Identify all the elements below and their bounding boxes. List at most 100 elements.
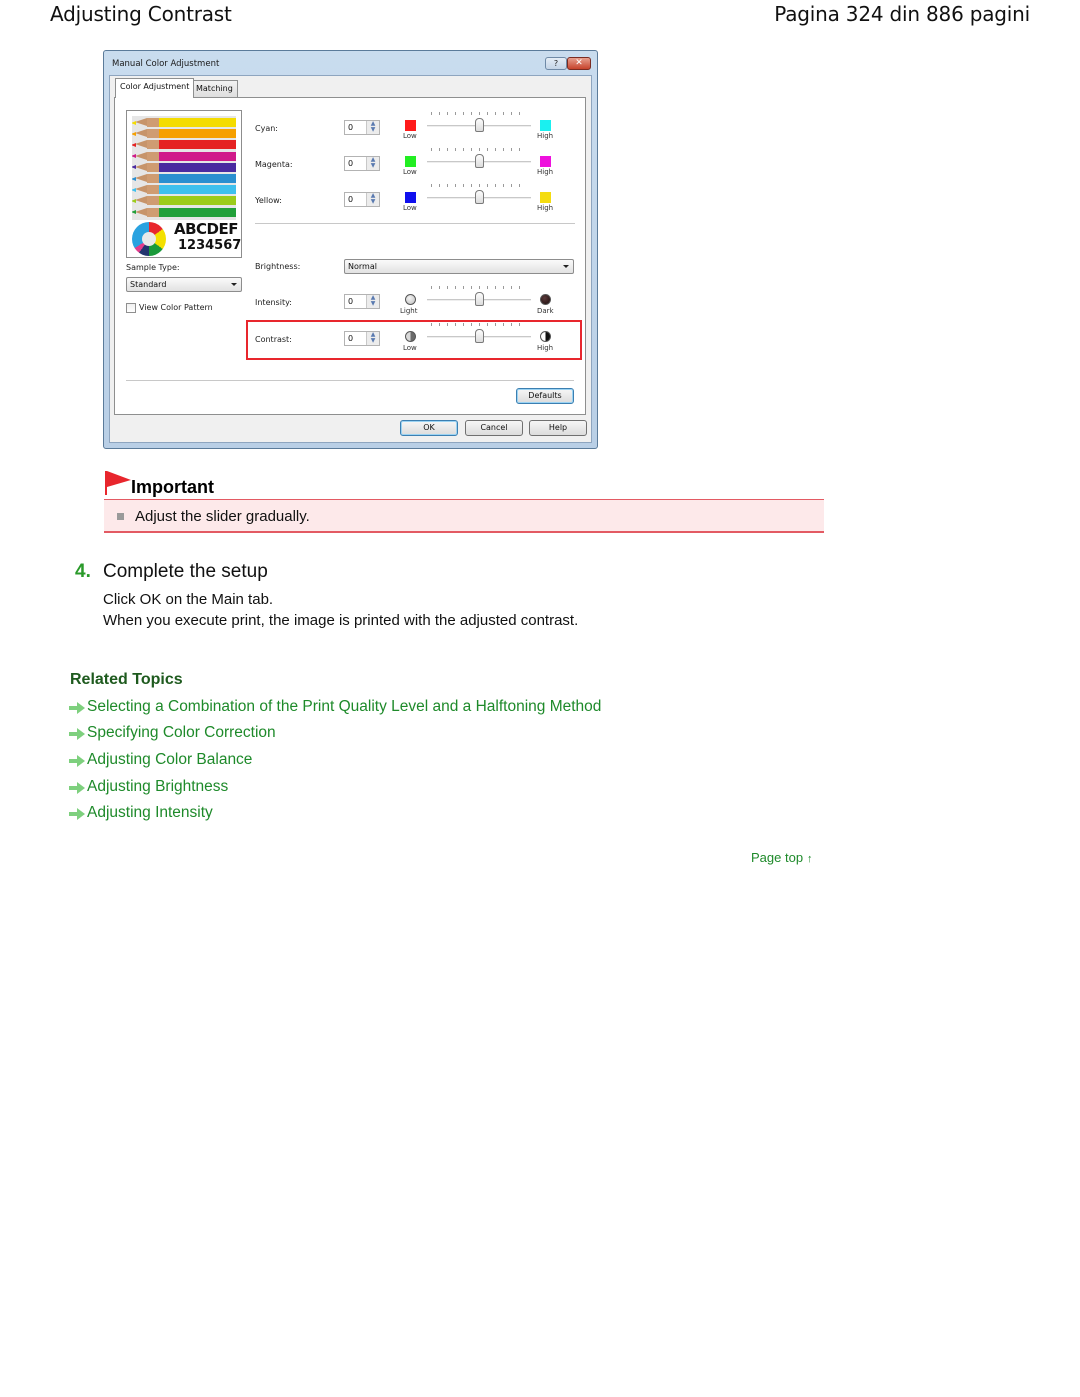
intensity-spinner[interactable]: 0 ▲ ▼ — [344, 294, 380, 309]
slider-thumb[interactable] — [475, 154, 484, 168]
slider-thumb[interactable] — [475, 292, 484, 306]
view-color-pattern-label[interactable]: View Color Pattern — [139, 303, 213, 312]
page-top-link[interactable]: Page top ↑ — [751, 850, 813, 865]
help-icon[interactable]: ? — [545, 57, 567, 70]
spin-arrows-icon[interactable]: ▲ ▼ — [366, 332, 379, 345]
contrast-spinner[interactable]: 0 ▲ ▼ — [344, 331, 380, 346]
spin-arrows-icon[interactable]: ▲ ▼ — [366, 295, 379, 308]
arrow-right-icon — [69, 808, 85, 820]
step-text-line: Click OK on the Main tab. — [103, 591, 274, 608]
chevron-down-icon — [563, 265, 569, 268]
important-item: Adjust the slider gradually. — [135, 508, 310, 525]
cyan-slider[interactable] — [427, 112, 531, 135]
help-button[interactable]: Help — [529, 420, 587, 436]
slider-thumb[interactable] — [475, 118, 484, 132]
dialog-titlebar: Manual Color Adjustment ? ✕ — [104, 51, 597, 75]
cyan-low-label: Low — [403, 132, 417, 140]
dark-circle-icon — [540, 294, 551, 305]
slider-ticks — [431, 112, 527, 115]
magenta-spinner[interactable]: 0 ▲ ▼ — [344, 156, 380, 171]
page-title: Adjusting Contrast — [50, 2, 232, 26]
yellow-spinner[interactable]: 0 ▲ ▼ — [344, 192, 380, 207]
color-adjustment-panel: ABCDEF 1234567 Sample Type: Standard Vie… — [114, 97, 586, 415]
manual-color-adjustment-dialog: Manual Color Adjustment ? ✕ Color Adjust… — [103, 50, 598, 449]
defaults-button[interactable]: Defaults — [516, 388, 574, 404]
arrow-right-icon — [69, 702, 85, 714]
related-link-text[interactable]: Specifying Color Correction — [87, 724, 276, 742]
pencil — [132, 185, 236, 195]
yellow-label: Yellow: — [255, 196, 282, 205]
ok-button[interactable]: OK — [400, 420, 458, 436]
intensity-value: 0 — [348, 297, 354, 306]
pencil — [132, 151, 236, 161]
pencil — [132, 140, 236, 150]
sample-type-value: Standard — [130, 280, 167, 289]
magenta-swatch-icon — [540, 156, 551, 167]
yellow-slider[interactable] — [427, 184, 531, 207]
cancel-button[interactable]: Cancel — [465, 420, 523, 436]
sample-type-select[interactable]: Standard — [126, 277, 242, 292]
pencil — [132, 207, 236, 217]
pencil — [132, 129, 236, 139]
related-link-text[interactable]: Adjusting Intensity — [87, 804, 213, 822]
magenta-slider[interactable] — [427, 148, 531, 171]
high-contrast-icon — [540, 331, 551, 342]
slider-thumb[interactable] — [475, 329, 484, 343]
page-top-label[interactable]: Page top — [751, 850, 803, 865]
dialog-body: Color Adjustment Matching ABCDEF 1234567… — [109, 75, 592, 443]
arrow-right-icon — [69, 755, 85, 767]
intensity-label: Intensity: — [255, 298, 292, 307]
low-contrast-icon — [405, 331, 416, 342]
slider-ticks — [431, 286, 527, 289]
magenta-high-label: High — [537, 168, 554, 176]
intensity-slider[interactable] — [427, 286, 531, 309]
spin-arrows-icon[interactable]: ▲ ▼ — [366, 157, 379, 170]
sample-numbers: 1234567 — [178, 238, 242, 253]
cyan-high-label: High — [537, 132, 554, 140]
view-color-pattern-checkbox[interactable] — [126, 303, 136, 313]
contrast-low-label: Low — [403, 344, 417, 352]
contrast-value: 0 — [348, 334, 354, 343]
cyan-swatch-icon — [540, 120, 551, 131]
important-flag-icon — [105, 471, 131, 495]
step-number: 4. — [75, 561, 91, 582]
spin-arrows-icon[interactable]: ▲ ▼ — [366, 121, 379, 134]
yellow-low-label: Low — [403, 204, 417, 212]
cyan-spinner[interactable]: 0 ▲ ▼ — [344, 120, 380, 135]
arrow-up-icon: ↑ — [807, 853, 813, 865]
brightness-select[interactable]: Normal — [344, 259, 574, 274]
arrow-right-icon — [69, 728, 85, 740]
important-title: Important — [131, 477, 214, 497]
step-title: Complete the setup — [103, 561, 268, 582]
contrast-slider[interactable] — [427, 323, 531, 346]
cyan-label: Cyan: — [255, 124, 278, 133]
red-swatch-icon — [405, 120, 416, 131]
intensity-low-label: Light — [400, 307, 418, 315]
magenta-label: Magenta: — [255, 160, 293, 169]
divider — [126, 380, 574, 381]
related-link-text[interactable]: Selecting a Combination of the Print Qua… — [87, 698, 601, 716]
sample-preview: ABCDEF 1234567 — [126, 110, 242, 258]
spin-arrows-icon[interactable]: ▲ ▼ — [366, 193, 379, 206]
light-circle-icon — [405, 294, 416, 305]
yellow-high-label: High — [537, 204, 554, 212]
green-swatch-icon — [405, 156, 416, 167]
related-link-text[interactable]: Adjusting Color Balance — [87, 751, 252, 769]
page-indicator: Pagina 324 din 886 pagini — [774, 2, 1030, 26]
bullet-icon — [117, 513, 124, 520]
magenta-low-label: Low — [403, 168, 417, 176]
yellow-value: 0 — [348, 195, 354, 204]
dialog-title: Manual Color Adjustment — [112, 59, 220, 69]
tab-matching[interactable]: Matching — [191, 80, 238, 97]
slider-thumb[interactable] — [475, 190, 484, 204]
color-wheel-icon — [132, 222, 166, 256]
tab-color-adjustment[interactable]: Color Adjustment — [115, 78, 195, 98]
close-icon[interactable]: ✕ — [567, 57, 591, 70]
pencil — [132, 174, 236, 183]
related-topics-title: Related Topics — [70, 671, 183, 688]
brightness-label: Brightness: — [255, 262, 301, 271]
related-link-text[interactable]: Adjusting Brightness — [87, 778, 228, 796]
slider-ticks — [431, 148, 527, 151]
yellow-swatch-icon — [540, 192, 551, 203]
sample-text: ABCDEF — [174, 220, 239, 238]
